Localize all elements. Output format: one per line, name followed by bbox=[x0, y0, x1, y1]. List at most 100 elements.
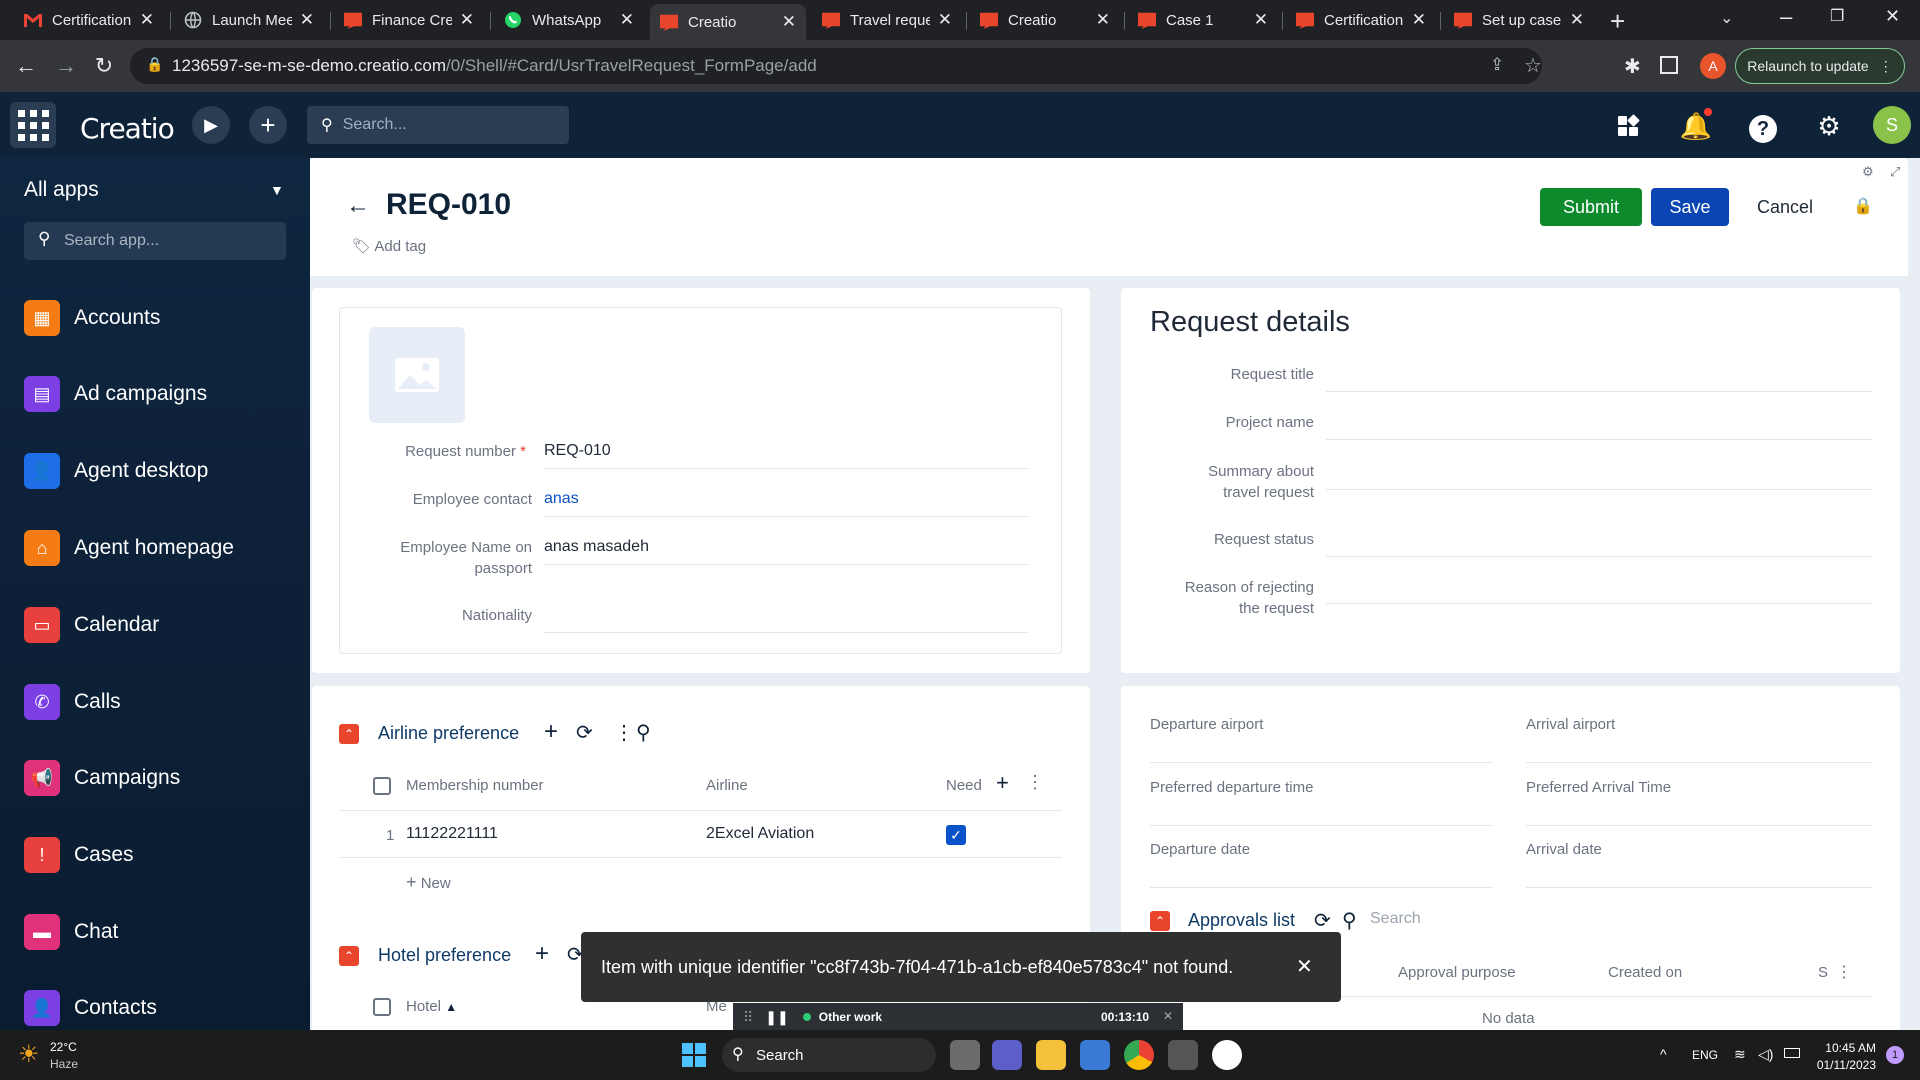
more-vertical-icon[interactable]: ⋮ bbox=[1836, 962, 1852, 982]
sidebar-item-ad-campaigns[interactable]: ▤ Ad campaigns bbox=[24, 372, 294, 416]
wifi-icon[interactable]: ≋ bbox=[1734, 1046, 1746, 1063]
need-checkbox-checked[interactable]: ✓ bbox=[946, 825, 966, 845]
close-icon[interactable]: ✕ bbox=[460, 10, 474, 30]
settings-small-icon[interactable]: ⚙ bbox=[1862, 164, 1874, 180]
notifications-bell-icon[interactable]: 🔔 bbox=[1678, 108, 1714, 144]
windows-start-icon[interactable] bbox=[682, 1043, 706, 1067]
search-icon[interactable]: ⚲ bbox=[1342, 908, 1357, 933]
add-button[interactable]: + bbox=[249, 106, 287, 144]
new-tab-button[interactable]: + bbox=[1610, 6, 1625, 37]
sidebar-item-cases[interactable]: ! Cases bbox=[24, 833, 294, 877]
arrival-airport-field[interactable] bbox=[1526, 762, 1872, 763]
battery-icon[interactable] bbox=[1784, 1048, 1800, 1058]
column-header[interactable]: S bbox=[1818, 964, 1828, 981]
save-button[interactable]: Save bbox=[1651, 188, 1729, 226]
refresh-icon[interactable]: ⟳ bbox=[576, 720, 593, 745]
profile-avatar[interactable]: A bbox=[1700, 53, 1726, 79]
add-tag-link[interactable]: 🏷 Add tag bbox=[352, 237, 426, 255]
sidebar-item-contacts[interactable]: 👤 Contacts bbox=[24, 986, 294, 1030]
request-title-field[interactable] bbox=[1326, 391, 1872, 392]
add-icon[interactable]: + bbox=[535, 940, 549, 968]
summary-field[interactable] bbox=[1326, 489, 1872, 490]
chevron-up-icon[interactable]: ^ bbox=[1660, 1046, 1667, 1062]
sidebar-item-chat[interactable]: ▬ Chat bbox=[24, 910, 294, 954]
task-view-icon[interactable] bbox=[950, 1040, 980, 1070]
drag-handle-icon[interactable]: ⠿ bbox=[743, 1009, 753, 1026]
departure-airport-field[interactable] bbox=[1150, 762, 1493, 763]
all-apps-dropdown[interactable]: All apps bbox=[24, 178, 99, 202]
settings-gear-icon[interactable]: ⚙ bbox=[1811, 108, 1847, 144]
request-number-field[interactable]: REQ-010 bbox=[544, 442, 611, 460]
more-vertical-icon[interactable]: ⋮ bbox=[614, 720, 634, 745]
reject-reason-field[interactable] bbox=[1326, 603, 1872, 604]
bookmark-star-icon[interactable]: ☆ bbox=[1524, 53, 1542, 78]
back-icon[interactable]: ← bbox=[12, 52, 40, 80]
browser-tab[interactable]: Case 1 ✕ bbox=[1128, 4, 1278, 36]
submit-button[interactable]: Submit bbox=[1540, 188, 1642, 226]
app-search-input[interactable]: ⚲ Search app... bbox=[24, 222, 286, 260]
column-header[interactable]: Airline bbox=[706, 777, 748, 794]
close-window-button[interactable]: ✕ bbox=[1885, 6, 1900, 27]
close-icon[interactable]: ✕ bbox=[1412, 10, 1426, 30]
close-icon[interactable]: ✕ bbox=[1254, 10, 1268, 30]
membership-cell[interactable]: 11122221111 bbox=[406, 825, 498, 843]
side-panel-icon[interactable] bbox=[1660, 56, 1678, 74]
employee-contact-link[interactable]: anas bbox=[544, 490, 579, 508]
weather-icon[interactable]: ☀ bbox=[18, 1040, 40, 1069]
sidebar-item-agent-desktop[interactable]: 👤 Agent desktop bbox=[24, 449, 294, 493]
close-icon[interactable]: ✕ bbox=[1096, 10, 1110, 30]
collapse-icon[interactable]: ⌃ bbox=[339, 724, 359, 744]
sidebar-item-calendar[interactable]: ▭ Calendar bbox=[24, 603, 294, 647]
close-icon[interactable]: ✕ bbox=[620, 10, 634, 30]
browser-tab[interactable]: Creatio ✕ bbox=[970, 4, 1120, 36]
search-icon[interactable]: ⚲ bbox=[636, 720, 651, 745]
browser-tab[interactable]: Launch Mee ✕ bbox=[174, 4, 324, 36]
browser-tab[interactable]: WhatsApp ✕ bbox=[494, 4, 644, 36]
browser-tab-active[interactable]: Creatio ✕ bbox=[650, 4, 806, 40]
calculator-icon[interactable] bbox=[1168, 1040, 1198, 1070]
help-icon[interactable]: ? bbox=[1745, 108, 1781, 144]
close-icon[interactable]: ✕ bbox=[300, 10, 314, 30]
request-status-field[interactable] bbox=[1326, 556, 1872, 557]
share-icon[interactable]: ⇪ bbox=[1490, 55, 1504, 75]
close-icon[interactable]: ✕ bbox=[1163, 1009, 1173, 1023]
close-icon[interactable]: ✕ bbox=[1296, 954, 1313, 979]
photo-placeholder[interactable] bbox=[369, 327, 465, 423]
teams-icon[interactable] bbox=[992, 1040, 1022, 1070]
preferred-arrival-field[interactable] bbox=[1526, 825, 1872, 826]
column-header[interactable]: Membership number bbox=[406, 777, 544, 794]
airline-cell[interactable]: 2Excel Aviation bbox=[706, 825, 814, 843]
arrival-date-field[interactable] bbox=[1526, 887, 1872, 888]
collapse-icon[interactable]: ⌃ bbox=[1150, 911, 1170, 931]
file-explorer-icon[interactable] bbox=[1036, 1040, 1066, 1070]
store-icon[interactable] bbox=[1080, 1040, 1110, 1070]
column-header[interactable]: Approval purpose bbox=[1398, 964, 1516, 981]
more-vertical-icon[interactable]: ⋮ bbox=[1026, 772, 1044, 793]
close-icon[interactable]: ✕ bbox=[140, 10, 154, 30]
user-avatar[interactable]: S bbox=[1873, 106, 1911, 144]
browser-tab[interactable]: Travel reque ✕ bbox=[812, 4, 962, 36]
nationality-field[interactable] bbox=[544, 632, 1028, 633]
address-bar[interactable]: 🔒 1236597-se-m-se-demo.creatio.com/0/She… bbox=[130, 48, 1542, 84]
close-icon[interactable]: ✕ bbox=[782, 12, 796, 32]
sidebar-item-calls[interactable]: ✆ Calls bbox=[24, 680, 294, 724]
sidebar-item-accounts[interactable]: ▦ Accounts bbox=[24, 296, 294, 340]
notification-badge[interactable]: 1 bbox=[1886, 1046, 1904, 1064]
approvals-search-input[interactable]: Search bbox=[1370, 910, 1421, 928]
global-search-input[interactable]: ⚲ Search... bbox=[307, 106, 569, 144]
sidebar-item-campaigns[interactable]: 📢 Campaigns bbox=[24, 756, 294, 800]
collapse-icon[interactable]: ⌃ bbox=[339, 946, 359, 966]
close-icon[interactable]: ✕ bbox=[1570, 10, 1584, 30]
volume-icon[interactable]: ◁) bbox=[1758, 1046, 1773, 1063]
clock-date[interactable]: 01/11/2023 bbox=[1814, 1058, 1876, 1072]
pause-icon[interactable]: ❚❚ bbox=[765, 1009, 788, 1026]
column-header[interactable]: Need bbox=[946, 777, 982, 794]
checkmark-app-icon[interactable] bbox=[1212, 1040, 1242, 1070]
forward-icon[interactable]: → bbox=[52, 52, 80, 80]
browser-tab[interactable]: Certification ✕ bbox=[1286, 4, 1436, 36]
sidebar-item-agent-homepage[interactable]: ⌂ Agent homepage bbox=[24, 526, 294, 570]
add-icon[interactable]: + bbox=[544, 718, 558, 746]
relaunch-button[interactable]: Relaunch to update ⋮ bbox=[1735, 48, 1905, 84]
extensions-icon[interactable]: ✱ bbox=[1624, 54, 1641, 79]
lock-icon[interactable]: 🔒 bbox=[1853, 196, 1873, 216]
